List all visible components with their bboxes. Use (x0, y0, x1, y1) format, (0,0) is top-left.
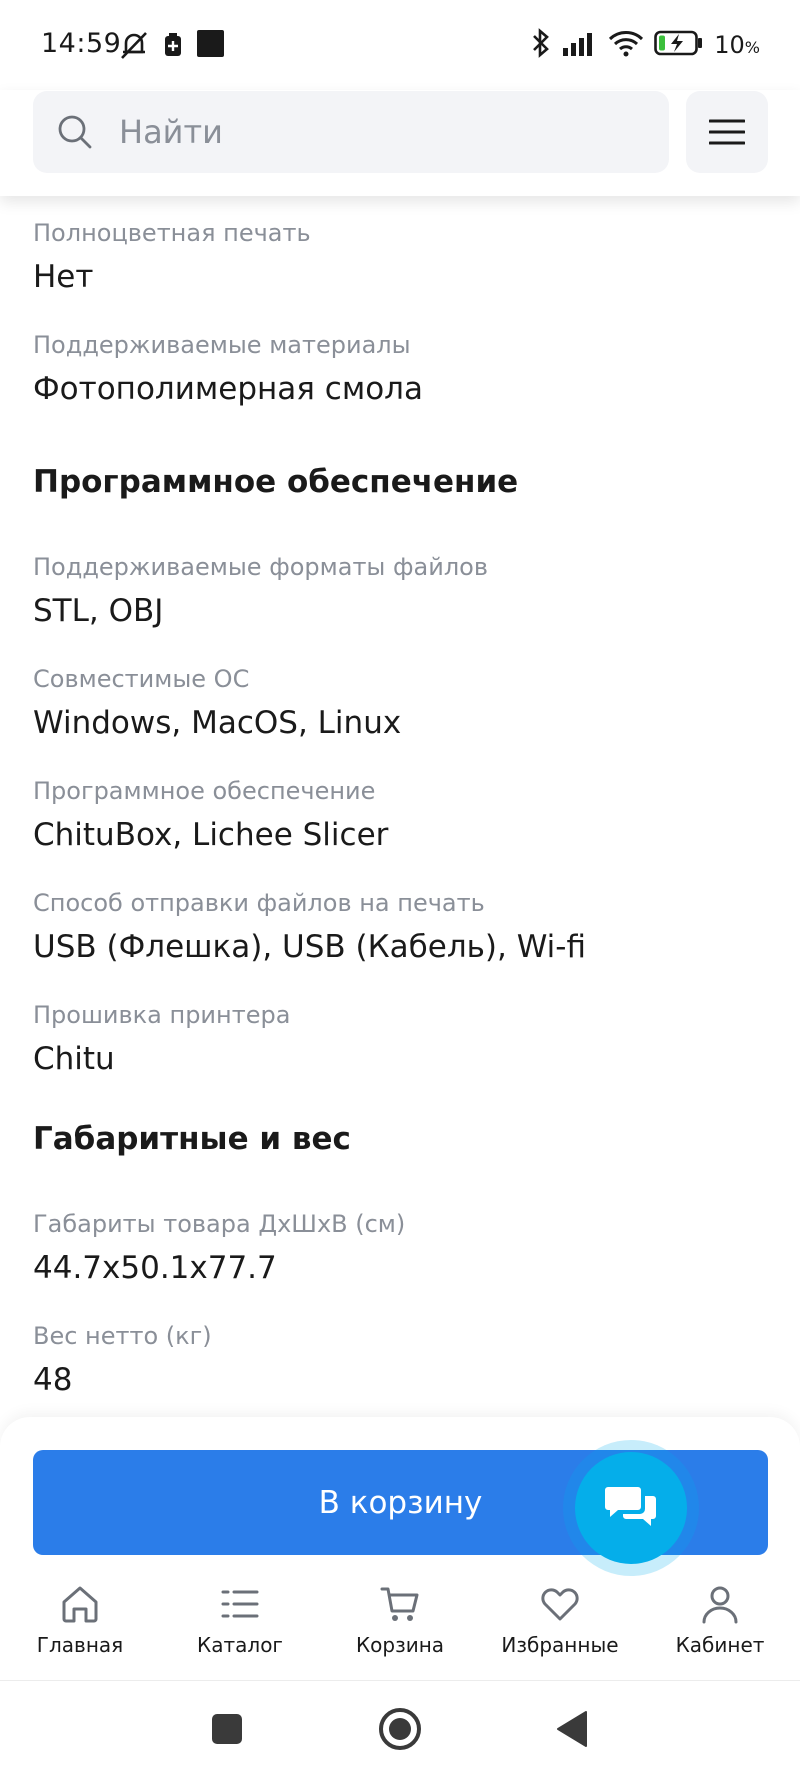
wifi-icon (608, 29, 644, 61)
signal-icon (562, 30, 598, 60)
nav-item-profile[interactable]: Кабинет (640, 1577, 800, 1681)
battery-saver-icon (163, 32, 183, 62)
spec-value-dimensions: 44.7x50.1x77.7 (33, 1250, 277, 1286)
spec-label-firmware: Прошивка принтера (33, 1001, 291, 1029)
nav-item-home[interactable]: Главная (0, 1577, 160, 1681)
spec-value-transfer: USB (Флешка), USB (Кабель), Wi-fi (33, 929, 587, 965)
menu-button[interactable] (686, 91, 768, 173)
spec-label-os: Совместимые ОС (33, 665, 250, 693)
home-system-button[interactable] (378, 1707, 422, 1755)
spec-value-materials: Фотополимерная смола (33, 371, 423, 407)
spec-label-materials: Поддерживаемые материалы (33, 331, 411, 359)
status-time: 14:59 (41, 28, 122, 59)
spec-value-os: Windows, MacOS, Linux (33, 705, 402, 741)
nav-label-catalog: Каталог (197, 1633, 283, 1657)
mute-bell-icon (118, 30, 150, 64)
spec-value-weight: 48 (33, 1362, 73, 1398)
spec-label-weight: Вес нетто (кг) (33, 1322, 212, 1350)
nav-item-favorites[interactable]: Избранные (480, 1577, 640, 1681)
search-icon (58, 115, 92, 149)
back-triangle-icon (557, 1711, 587, 1747)
battery-level: 10% (714, 31, 760, 59)
cart-icon (380, 1587, 419, 1621)
square-icon (212, 1714, 242, 1744)
bluetooth-icon (530, 28, 552, 62)
bottom-nav: Главная Каталог Корзина Избранные Кабине… (0, 1577, 800, 1681)
nav-item-cart[interactable]: Корзина (320, 1577, 480, 1681)
section-title-software: Программное обеспечение (33, 464, 519, 500)
nav-item-catalog[interactable]: Каталог (160, 1577, 320, 1681)
spec-label-dimensions: Габариты товара ДхШхВ (см) (33, 1210, 406, 1238)
nav-label-favorites: Избранные (501, 1633, 619, 1657)
section-title-dimensions: Габаритные и вес (33, 1121, 351, 1157)
status-bar: 14:59 10% (0, 0, 800, 90)
nav-label-home: Главная (36, 1633, 124, 1657)
list-icon (221, 1590, 259, 1618)
chat-bubbles-icon (605, 1487, 656, 1526)
system-nav-bar (0, 1681, 800, 1777)
chat-button[interactable] (575, 1452, 687, 1564)
spec-label-transfer: Способ отправки файлов на печать (33, 889, 485, 917)
app-header (0, 90, 800, 196)
battery-charging-icon (654, 30, 704, 60)
recents-button[interactable] (211, 1713, 243, 1749)
notification-square-icon (197, 30, 224, 61)
heart-icon (541, 1588, 579, 1621)
spec-value-firmware: Chitu (33, 1041, 115, 1077)
spec-value-file-formats: STL, OBJ (33, 593, 164, 629)
search-bar[interactable] (33, 91, 669, 173)
spec-label-file-formats: Поддерживаемые форматы файлов (33, 553, 489, 581)
spec-label-color-print: Полноцветная печать (33, 219, 311, 247)
user-icon (702, 1586, 738, 1624)
nav-label-profile: Кабинет (675, 1633, 765, 1657)
nav-label-cart: Корзина (355, 1633, 445, 1657)
home-icon (62, 1586, 98, 1623)
spec-value-software: ChituBox, Lichee Slicer (33, 817, 389, 853)
back-button[interactable] (556, 1710, 588, 1752)
search-input[interactable] (119, 113, 599, 151)
status-icons: 10% (530, 28, 760, 62)
bottom-panel: В корзину Главная Каталог Корзина Избран… (0, 1417, 800, 1681)
circle-icon (379, 1708, 421, 1750)
spec-value-color-print: Нет (33, 259, 94, 295)
hamburger-menu-icon (709, 119, 745, 145)
spec-label-software: Программное обеспечение (33, 777, 376, 805)
